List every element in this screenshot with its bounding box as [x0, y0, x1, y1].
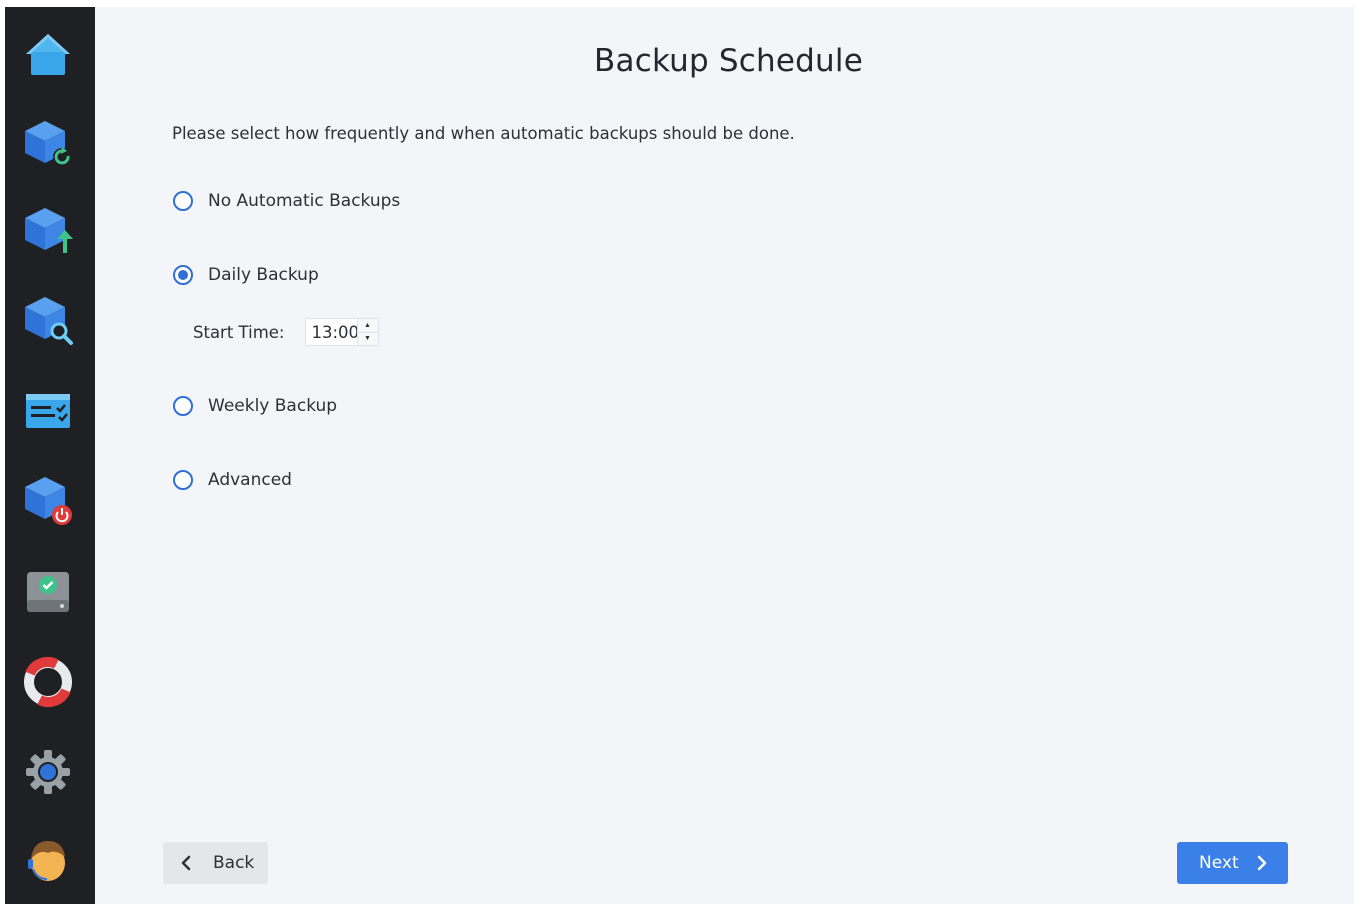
option-no-automatic-backups[interactable]: No Automatic Backups	[173, 191, 400, 211]
start-time-spinner: ▲ ▼	[304, 318, 379, 346]
gear-icon[interactable]	[21, 745, 75, 799]
next-button-label: Next	[1199, 853, 1239, 873]
radio-no-automatic-backups[interactable]	[173, 191, 193, 211]
support-avatar-icon[interactable]	[21, 833, 75, 887]
main-content: Backup Schedule Please select how freque…	[95, 7, 1354, 904]
backup-refresh-icon[interactable]	[21, 117, 75, 171]
option-label: Daily Backup	[208, 265, 319, 285]
task-list-icon[interactable]	[21, 384, 75, 438]
decrement-button[interactable]: ▼	[358, 333, 378, 346]
chevron-right-icon	[1257, 855, 1266, 871]
start-time-label: Start Time:	[193, 322, 285, 342]
increment-button[interactable]: ▲	[357, 319, 378, 333]
chevron-left-icon	[181, 855, 191, 871]
back-button[interactable]: Back	[163, 842, 268, 884]
start-time-row: Start Time: ▲ ▼	[193, 318, 379, 346]
home-icon[interactable]	[21, 29, 75, 83]
option-weekly-backup[interactable]: Weekly Backup	[173, 396, 337, 416]
backup-upload-icon[interactable]	[21, 204, 75, 258]
page-description: Please select how frequently and when au…	[172, 124, 795, 143]
start-time-input[interactable]	[304, 318, 357, 346]
spinner-buttons: ▲ ▼	[356, 318, 379, 346]
option-label: No Automatic Backups	[208, 191, 401, 211]
backup-power-icon[interactable]	[21, 473, 75, 527]
app-window: Backup Schedule Please select how freque…	[5, 7, 1354, 904]
option-label: Weekly Backup	[208, 396, 338, 416]
backup-search-icon[interactable]	[21, 293, 75, 347]
page-title: Backup Schedule	[594, 43, 863, 79]
lifebuoy-icon[interactable]	[21, 655, 75, 709]
radio-daily-backup[interactable]	[173, 265, 193, 285]
option-label: Advanced	[208, 470, 292, 490]
option-advanced[interactable]: Advanced	[173, 470, 292, 490]
radio-weekly-backup[interactable]	[173, 396, 193, 416]
back-button-label: Back	[213, 853, 255, 873]
drive-check-icon[interactable]	[21, 564, 75, 618]
next-button[interactable]: Next	[1177, 842, 1288, 884]
sidebar	[5, 7, 95, 904]
option-daily-backup[interactable]: Daily Backup	[173, 265, 319, 285]
radio-advanced[interactable]	[173, 470, 193, 490]
